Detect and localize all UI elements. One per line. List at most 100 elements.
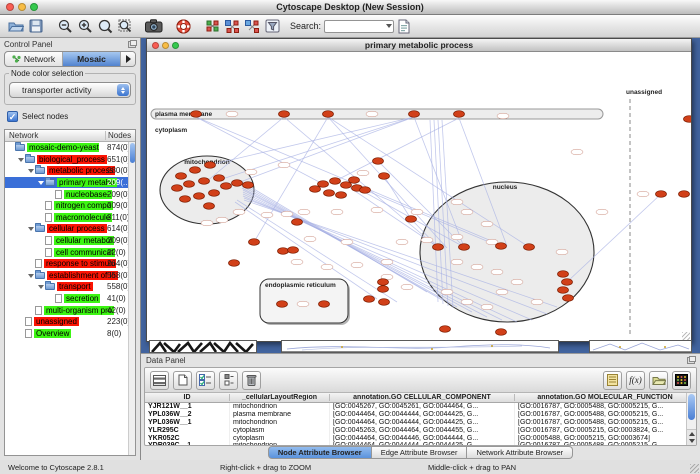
network-node-selected[interactable] — [229, 260, 240, 267]
network-node[interactable] — [637, 191, 649, 197]
network-node-selected[interactable] — [292, 219, 303, 226]
network-node[interactable] — [381, 259, 393, 265]
table-column-header[interactable]: annotation.GO MOLECULAR_FUNCTION — [515, 394, 696, 401]
formula-builder-icon[interactable]: f(x) — [626, 371, 645, 390]
network-node[interactable] — [511, 279, 523, 285]
save-icon[interactable] — [26, 17, 46, 36]
network-node-selected[interactable] — [378, 279, 389, 286]
tree-row[interactable]: cellular metabol209(0) — [5, 235, 128, 247]
network-node-selected[interactable] — [349, 177, 360, 184]
network-node-selected[interactable] — [324, 190, 335, 197]
network-node-selected[interactable] — [288, 247, 299, 254]
table-row[interactable]: YDR039C__1mitochondrion[GO:0044464, GO:0… — [145, 442, 696, 445]
network-node[interactable] — [371, 207, 383, 213]
network-node-selected[interactable] — [496, 243, 507, 250]
network-node[interactable] — [351, 262, 363, 268]
tree-row[interactable]: nucleobase-209(0) — [5, 188, 128, 200]
network-node[interactable] — [496, 289, 508, 295]
network-node[interactable] — [366, 111, 378, 117]
tree-row[interactable]: nitrogen compo209(0) — [5, 200, 128, 212]
network-node[interactable] — [226, 111, 238, 117]
zoom-button[interactable] — [30, 3, 38, 11]
network-close-button[interactable] — [152, 42, 159, 49]
vizmapper-icon[interactable] — [222, 17, 242, 36]
network-node-selected[interactable] — [199, 178, 210, 185]
network-node-selected[interactable] — [279, 111, 290, 118]
select-attributes-icon[interactable] — [196, 371, 215, 390]
network-node[interactable] — [278, 162, 290, 168]
network-node-selected[interactable] — [243, 182, 254, 189]
network-node[interactable] — [291, 259, 303, 265]
network-node-selected[interactable] — [330, 178, 341, 185]
network-node[interactable] — [441, 289, 453, 295]
network-node[interactable] — [341, 239, 353, 245]
network-node[interactable] — [461, 299, 473, 305]
network-node-selected[interactable] — [558, 287, 569, 294]
network-node[interactable] — [331, 209, 343, 215]
network-node-selected[interactable] — [323, 111, 334, 118]
network-node-selected[interactable] — [249, 239, 260, 246]
network-node[interactable] — [233, 209, 245, 215]
network-node-selected[interactable] — [558, 271, 569, 278]
network-node-selected[interactable] — [409, 111, 420, 118]
table-row[interactable]: YJR121W__1mitochondrion[GO:0045267, GO:0… — [145, 403, 696, 411]
network-node-selected[interactable] — [406, 216, 417, 223]
expand-arrow-icon[interactable] — [27, 224, 35, 233]
zoom-fit-icon[interactable] — [115, 17, 135, 36]
expand-arrow-icon[interactable] — [17, 155, 25, 164]
matrix-view-icon[interactable] — [672, 371, 691, 390]
network-node-selected[interactable] — [194, 193, 205, 200]
network-node[interactable] — [304, 236, 316, 242]
background-window-fragment[interactable] — [281, 340, 559, 353]
table-row[interactable]: YKR052Ccytoplasm[GO:0044464, GO:0044446,… — [145, 435, 696, 443]
network-node-selected[interactable] — [379, 173, 390, 180]
network-node-selected[interactable] — [454, 111, 465, 118]
import-network-icon[interactable] — [394, 17, 414, 36]
network-node[interactable] — [401, 284, 413, 290]
network-node-selected[interactable] — [440, 326, 451, 333]
edit-network-icon[interactable] — [242, 17, 262, 36]
network-node-selected[interactable] — [318, 181, 329, 188]
network-node-selected[interactable] — [205, 162, 216, 169]
network-node[interactable] — [298, 209, 310, 215]
network-node[interactable] — [531, 299, 543, 305]
network-minimize-button[interactable] — [162, 42, 169, 49]
network-node-selected[interactable] — [563, 295, 574, 302]
tab-edge-attribute-browser[interactable]: Edge Attribute Browser — [372, 446, 468, 459]
network-node-selected[interactable] — [204, 203, 215, 210]
network-node[interactable] — [481, 221, 493, 227]
app-resize-grip[interactable] — [690, 464, 699, 473]
network-node[interactable] — [451, 234, 463, 240]
tab-mosaic[interactable]: Mosaic — [63, 52, 121, 66]
network-node-selected[interactable] — [172, 185, 183, 192]
table-row[interactable]: YPL036W__2plasma membrane[GO:0044464, GO… — [145, 411, 696, 419]
tree-row[interactable]: establishment of lo558(0) — [5, 270, 128, 282]
table-row[interactable]: YPL036W__1mitochondrion[GO:0044464, GO:0… — [145, 419, 696, 427]
network-node-selected[interactable] — [319, 301, 330, 308]
tab-network-attribute-browser[interactable]: Network Attribute Browser — [467, 446, 573, 459]
snapshot-icon[interactable] — [144, 17, 164, 36]
network-view-window[interactable]: primary metabolic process plasma membran… — [146, 38, 692, 342]
select-nodes-checkbox[interactable]: ✓ — [7, 111, 18, 122]
attribute-notes-icon[interactable] — [603, 371, 622, 390]
network-node-selected[interactable] — [379, 299, 390, 306]
network-node-selected[interactable] — [496, 329, 507, 336]
zoom-out-icon[interactable] — [55, 17, 75, 36]
network-node[interactable] — [421, 237, 433, 243]
network-node[interactable] — [321, 264, 333, 270]
network-node-selected[interactable] — [562, 279, 573, 286]
network-node-selected[interactable] — [378, 286, 389, 293]
close-button[interactable] — [6, 3, 14, 11]
color-attribute-dropdown[interactable]: transporter activity — [9, 82, 131, 98]
open-attributes-icon[interactable] — [649, 371, 668, 390]
network-node[interactable] — [357, 170, 369, 176]
tree-scrollbar[interactable] — [128, 142, 135, 455]
table-row[interactable]: YLR295Ccytoplasm[GO:0045263, GO:0044464,… — [145, 427, 696, 435]
network-node-selected[interactable] — [176, 173, 187, 180]
search-input[interactable] — [326, 21, 382, 32]
expand-arrow-icon[interactable] — [37, 282, 45, 291]
background-window-fragment[interactable] — [149, 340, 257, 353]
tab-overflow-button[interactable] — [121, 52, 135, 66]
network-node-selected[interactable] — [679, 191, 690, 198]
filter-icon[interactable] — [262, 17, 282, 36]
